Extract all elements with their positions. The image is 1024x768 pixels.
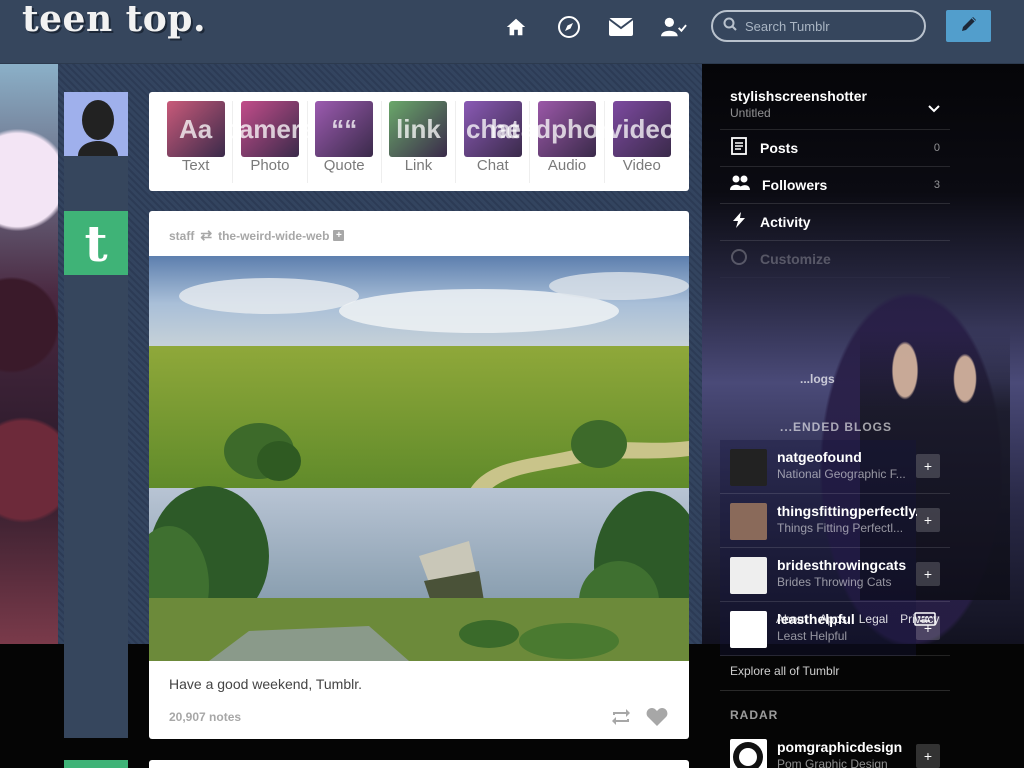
post-header: staff ⇄ the-weird-wide-web + [169, 227, 345, 244]
compass-icon[interactable] [556, 14, 582, 40]
recommended-blog[interactable]: thingsfittingperfectly... Things Fitting … [720, 494, 950, 548]
footer-link-about[interactable]: About [776, 612, 807, 626]
next-post-card [149, 760, 689, 768]
follow-plus-icon[interactable]: + [916, 562, 940, 586]
activity-icon [730, 211, 748, 234]
reblog-source[interactable]: the-weird-wide-web [218, 229, 329, 243]
radar-blog-title: Pom Graphic Design [777, 757, 888, 768]
audio-post-icon: headphones [490, 101, 644, 157]
post-card: staff ⇄ the-weird-wide-web + Have a good… [149, 211, 689, 739]
recommended-blog-name[interactable]: natgeofound [777, 449, 917, 465]
text-post-icon: Aa [166, 101, 225, 157]
radar-heading: RADAR [730, 708, 779, 722]
post-type-label: Audio [547, 157, 587, 174]
post-type-audio[interactable]: headphones Audio [490, 101, 644, 183]
divider [720, 690, 950, 691]
follow-plus-icon[interactable]: + [333, 230, 345, 241]
account-icon[interactable] [661, 14, 687, 40]
sidebar-item-activity[interactable]: Activity [720, 204, 950, 241]
wallpaper-left [0, 64, 58, 644]
post-type-video[interactable]: video Video [605, 101, 679, 183]
next-post-avatar[interactable] [64, 760, 128, 768]
pencil-icon [959, 14, 979, 39]
footer-link-legal[interactable]: Legal [859, 612, 888, 626]
recommended-blog[interactable]: bridesthrowingcats Brides Throwing Cats + [720, 548, 950, 602]
post-photo[interactable] [149, 256, 689, 661]
post-type-label: Photo [250, 157, 290, 174]
reblog-icon[interactable] [609, 705, 633, 729]
recommended-blog-title: National Geographic F... [777, 467, 906, 481]
explore-link[interactable]: Explore all of Tumblr [730, 664, 839, 678]
recommended-blog[interactable]: leasthelpful Least Helpful + [720, 602, 950, 656]
sidebar-item-label: Followers [762, 177, 828, 193]
link-post-icon: link [389, 101, 448, 157]
post-type-photo[interactable]: camera Photo [224, 101, 315, 183]
blog-avatar[interactable] [730, 557, 767, 594]
sidebar-item-followers[interactable]: Followers 3 [720, 167, 950, 204]
footer-link-apps[interactable]: Apps [819, 612, 846, 626]
sidebar-item-customize[interactable]: Customize [720, 241, 950, 278]
blog-avatar[interactable] [730, 503, 767, 540]
posts-icon [730, 136, 748, 160]
post-type-text[interactable]: Aa Text [159, 101, 234, 183]
blog-name: stylishscreenshotter [730, 88, 867, 104]
sidebar-item-label: Activity [760, 214, 811, 230]
radar-avatar[interactable] [730, 739, 767, 768]
partial-heading: ...logs [800, 372, 835, 386]
post-type-selector: Aa Text camera Photo ““ Quote link Link chat Chat… [149, 92, 689, 191]
follow-plus-icon[interactable]: + [916, 508, 940, 532]
recommended-heading: ...ENDED BLOGS [780, 420, 893, 434]
staff-avatar[interactable]: t [64, 211, 128, 275]
like-heart-icon[interactable] [645, 705, 669, 729]
recommended-blog[interactable]: natgeofound National Geographic F... + [720, 440, 950, 494]
recommended-blog-title: Brides Throwing Cats [777, 575, 892, 589]
dashboard-logo[interactable]: teen top. [22, 0, 206, 40]
post-type-link[interactable]: link Link [382, 101, 457, 183]
blog-title: Untitled [730, 106, 771, 120]
quote-post-icon: ““ [315, 101, 374, 157]
blog-avatar[interactable] [730, 611, 767, 648]
recommended-blog-title: Least Helpful [777, 629, 848, 643]
avatar-column [64, 92, 128, 738]
right-sidebar: stylishscreenshotter Untitled Posts 0 Fo… [720, 78, 950, 278]
mail-icon[interactable] [608, 14, 634, 40]
follow-plus-icon[interactable]: + [916, 454, 940, 478]
post-notes-count[interactable]: 20,907 notes [169, 710, 241, 724]
radar-blog[interactable]: pomgraphicdesign Pom Graphic Design + [720, 730, 950, 768]
followers-icon [730, 175, 750, 196]
reblog-small-icon: ⇄ [200, 227, 213, 243]
home-icon[interactable] [503, 14, 529, 40]
post-type-label: Quote [323, 157, 365, 174]
post-type-label: Link [404, 157, 433, 174]
sidebar-item-label: Posts [760, 140, 799, 156]
post-author[interactable]: staff [169, 229, 194, 243]
post-type-label: Video [622, 157, 661, 174]
keyboard-icon[interactable] [914, 612, 936, 629]
user-avatar[interactable] [64, 92, 128, 156]
recommended-blog-title: Things Fitting Perfectl... [777, 521, 904, 535]
chevron-down-icon [928, 100, 940, 118]
post-caption: Have a good weekend, Tumblr. [169, 676, 363, 692]
follow-plus-icon[interactable]: + [916, 744, 940, 768]
recommended-blog-name[interactable]: thingsfittingperfectly... [777, 503, 917, 519]
compose-button[interactable] [946, 10, 991, 42]
post-type-quote[interactable]: ““ Quote [308, 101, 382, 183]
blog-selector[interactable]: stylishscreenshotter Untitled [720, 78, 950, 130]
blog-avatar[interactable] [730, 449, 767, 486]
sidebar-item-label: Customize [760, 251, 831, 267]
radar-blog-name[interactable]: pomgraphicdesign [777, 739, 917, 755]
post-type-label: Text [181, 157, 210, 174]
sidebar-item-posts[interactable]: Posts 0 [720, 130, 950, 167]
video-post-icon: video [608, 101, 676, 157]
post-type-label: Chat [476, 157, 509, 174]
search-box[interactable] [711, 10, 926, 42]
sidebar-item-count: 0 [933, 142, 940, 154]
top-header: teen top. [0, 0, 1024, 64]
search-icon [723, 17, 737, 36]
recommended-blog-name[interactable]: bridesthrowingcats [777, 557, 917, 573]
customize-icon [730, 248, 748, 271]
sidebar-item-count: 3 [933, 179, 940, 191]
photo-post-icon: camera [224, 101, 315, 157]
search-input[interactable] [745, 18, 915, 34]
